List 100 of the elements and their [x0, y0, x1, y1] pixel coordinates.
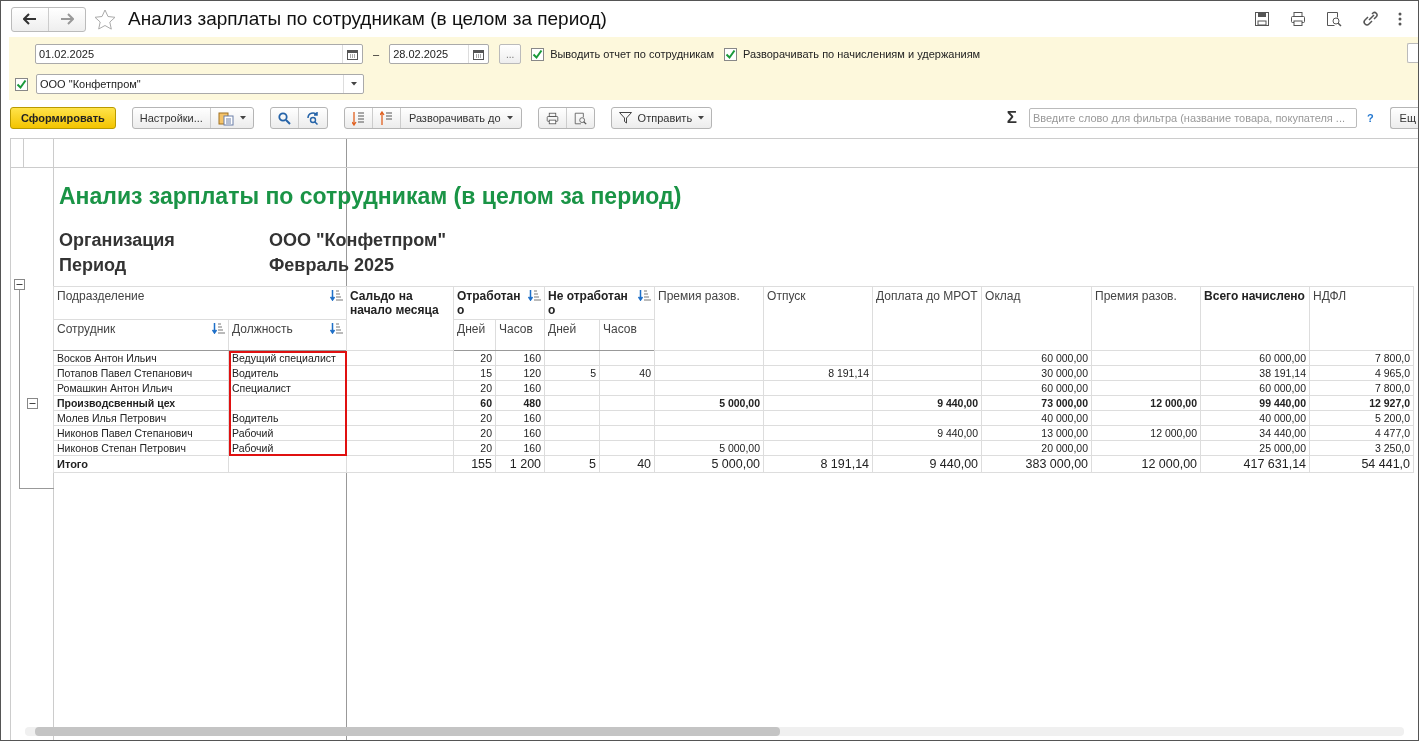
table-cell: 8 191,14 [763, 455, 873, 473]
table-cell: 60 000,00 [1200, 380, 1310, 396]
sum-sign[interactable]: Σ [1006, 108, 1017, 128]
table-cell: 5 [544, 455, 600, 473]
table-cell: 12 000,00 [1091, 395, 1201, 411]
sort-icon[interactable] [330, 290, 343, 301]
date-range-dash: – [373, 48, 380, 60]
printer-icon[interactable] [1290, 11, 1306, 27]
organization-field[interactable]: ООО "Конфетпром" [36, 74, 364, 94]
header-label: Оклад [985, 289, 1021, 303]
sort-icon[interactable] [638, 290, 652, 301]
parameter-label: Организация [59, 230, 176, 251]
date-from-field[interactable]: 01.02.2025 [35, 44, 363, 64]
table-cell: 160 [495, 440, 545, 456]
table-cell: 8 191,14 [763, 365, 873, 381]
table-cell: 7 800,0 [1309, 380, 1414, 396]
header-label: Сотрудник [57, 322, 117, 336]
sort-icon[interactable] [330, 323, 343, 334]
header-label: Премия разов. [1095, 289, 1177, 303]
expand-groups-icon[interactable] [351, 110, 365, 126]
table-cell: 5 200,0 [1309, 410, 1414, 426]
search-next-icon[interactable] [305, 111, 320, 125]
preview-icon[interactable] [573, 111, 587, 125]
save-icon[interactable] [1254, 11, 1270, 27]
table-cell: 60 [453, 395, 496, 411]
table-cell: 12 927,0 [1309, 395, 1414, 411]
calendar-icon[interactable] [473, 48, 485, 60]
preview-icon[interactable] [1326, 11, 1342, 27]
table-cell: 7 800,0 [1309, 350, 1414, 366]
parameter-value: Февраль 2025 [269, 255, 395, 276]
date-to-field[interactable]: 28.02.2025 [389, 44, 490, 64]
header-label: Отпуск [767, 289, 806, 303]
table-cell: 60 000,00 [981, 380, 1092, 396]
table-cell: 5 000,00 [654, 395, 764, 411]
table-cell: 1 200 [495, 455, 545, 473]
horizontal-scrollbar[interactable] [25, 727, 1404, 736]
table-cell: 160 [495, 380, 545, 396]
table-cell: 54 441,0 [1309, 455, 1414, 473]
header-label: Часов [499, 322, 533, 336]
total-label: Итого [53, 455, 229, 473]
table-cell: 160 [495, 425, 545, 441]
more-menu-icon[interactable] [1398, 12, 1402, 26]
table-cell: 60 000,00 [1200, 350, 1310, 366]
funnel-icon [618, 112, 632, 124]
sort-icon[interactable] [212, 323, 225, 334]
send-button[interactable]: Отправить [611, 108, 712, 128]
collapse-groups-icon[interactable] [379, 110, 393, 126]
employee-name: Потапов Павел Степанович [53, 365, 229, 381]
table-cell: 383 000,00 [981, 455, 1092, 473]
table-cell: 160 [495, 410, 545, 426]
table-cell: 15 [453, 365, 496, 381]
calendar-icon[interactable] [347, 48, 358, 60]
table-cell: 40 000,00 [1200, 410, 1310, 426]
caret-icon[interactable] [506, 116, 513, 120]
table-cell: 160 [495, 350, 545, 366]
header-label: Дней [457, 322, 486, 336]
parameter-value: ООО "Конфетпром" [269, 230, 447, 251]
checkbox[interactable] [724, 47, 737, 61]
table-cell: 9 440,00 [872, 425, 982, 441]
caret-icon[interactable] [350, 82, 357, 86]
filter-search-field[interactable]: Введите слово для фильтра (название товара, покупателя ... [1028, 108, 1357, 128]
table-cell: 12 000,00 [1091, 455, 1201, 473]
table-cell: 20 000,00 [981, 440, 1092, 456]
header-label: НДФЛ [1313, 289, 1347, 303]
search-icon[interactable] [277, 111, 291, 125]
star-icon[interactable] [94, 8, 116, 30]
header-label: Отработано [457, 289, 522, 317]
table-cell: 20 [453, 425, 496, 441]
table-cell: 20 [453, 440, 496, 456]
caret-icon[interactable] [698, 116, 705, 120]
back-arrow-icon[interactable] [23, 13, 37, 25]
table-cell: 20 [453, 350, 496, 366]
period-select-button[interactable]: ... [499, 44, 522, 64]
table-cell: 38 191,14 [1200, 365, 1310, 381]
report-variants-icon[interactable] [217, 110, 234, 126]
option-label: Разворачивать по начислениям и удержаниям [743, 48, 981, 60]
option-label: Выводить отчет по сотрудникам [550, 48, 714, 60]
help-link[interactable]: ? [1366, 112, 1374, 124]
table-cell: 5 000,00 [654, 440, 764, 456]
collapse-group-icon[interactable] [27, 397, 38, 409]
generate-button[interactable]: Сформировать [10, 107, 116, 129]
table-cell: 34 440,00 [1200, 425, 1310, 441]
caret-icon[interactable] [239, 116, 246, 120]
table-cell: 40 [599, 365, 655, 381]
more-button[interactable]: Ещ [1389, 107, 1418, 129]
printer-icon[interactable] [545, 111, 559, 125]
header-label: Часов [603, 322, 637, 336]
parameter-label: Период [59, 255, 128, 276]
table-cell: 480 [495, 395, 545, 411]
collapse-group-icon[interactable] [14, 278, 25, 290]
link-icon[interactable] [1362, 11, 1378, 27]
table-cell: 20 [453, 380, 496, 396]
table-cell: 5 000,00 [654, 455, 764, 473]
header-label: Премия разов. [658, 289, 740, 303]
checkbox[interactable] [531, 47, 545, 61]
sort-icon[interactable] [528, 290, 542, 301]
employee-name: Молев Илья Петрович [53, 410, 229, 426]
header-label: Дней [548, 322, 577, 336]
checkbox[interactable] [15, 77, 28, 91]
forward-arrow-icon[interactable] [60, 13, 74, 25]
